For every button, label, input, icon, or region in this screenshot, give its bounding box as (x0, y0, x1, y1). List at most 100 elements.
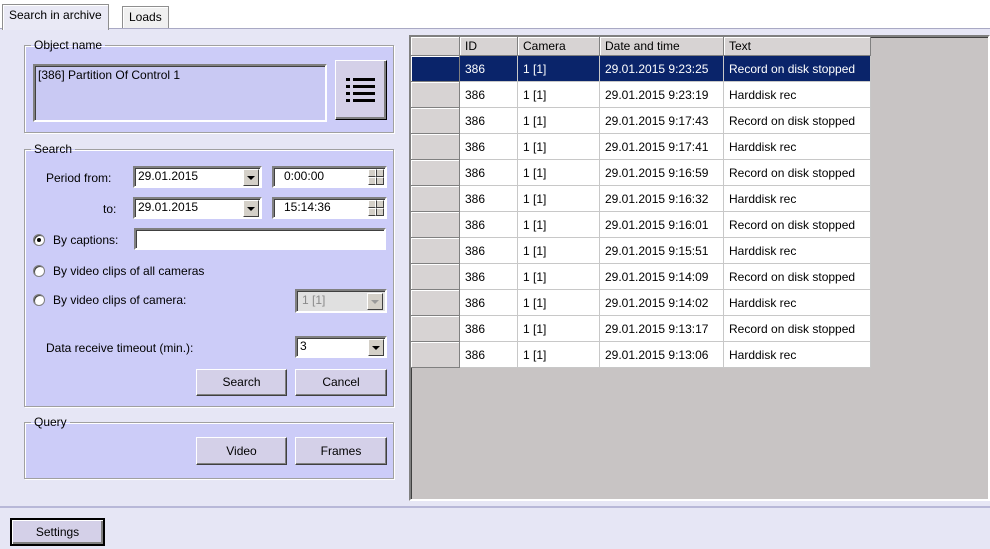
cell-camera[interactable]: 1 [1] (517, 107, 600, 134)
table-row[interactable]: 386 1 [1] 29.01.2015 9:15:51 Harddisk rec (411, 237, 871, 264)
from-time-field[interactable]: 0:00:00 (272, 166, 387, 188)
column-header-date-time[interactable]: Date and time (599, 37, 724, 56)
cell-text[interactable]: Harddisk rec (723, 237, 871, 264)
cell-id[interactable]: 386 (459, 185, 518, 212)
cell-camera[interactable]: 1 [1] (517, 185, 600, 212)
cell-camera[interactable]: 1 [1] (517, 159, 600, 186)
column-header-camera[interactable]: Camera (517, 37, 600, 56)
cell-camera[interactable]: 1 [1] (517, 81, 600, 108)
row-header[interactable] (411, 159, 460, 186)
table-row[interactable]: 386 1 [1] 29.01.2015 9:16:32 Harddisk rec (411, 185, 871, 212)
row-header[interactable] (411, 81, 460, 108)
table-row[interactable]: 386 1 [1] 29.01.2015 9:16:59 Record on disk… (411, 159, 871, 186)
table-row[interactable]: 386 1 [1] 29.01.2015 9:23:19 Harddisk rec (411, 81, 871, 108)
row-header[interactable] (411, 133, 460, 160)
cell-text[interactable]: Record on disk stopped (723, 55, 871, 82)
cell-id[interactable]: 386 (459, 315, 518, 342)
from-date-dropdown[interactable] (243, 169, 259, 186)
to-date-dropdown[interactable] (243, 200, 259, 217)
cell-date-time[interactable]: 29.01.2015 9:16:01 (599, 211, 724, 238)
cell-id[interactable]: 386 (459, 289, 518, 316)
cell-camera[interactable]: 1 [1] (517, 211, 600, 238)
cell-id[interactable]: 386 (459, 81, 518, 108)
cell-id[interactable]: 386 (459, 341, 518, 368)
table-row[interactable]: 386 1 [1] 29.01.2015 9:14:02 Harddisk rec (411, 289, 871, 316)
spin-up-icon[interactable] (368, 200, 384, 208)
cell-id[interactable]: 386 (459, 55, 518, 82)
table-row[interactable]: 386 1 [1] 29.01.2015 9:16:01 Record on disk… (411, 211, 871, 238)
from-time-spinner[interactable] (368, 169, 384, 186)
cell-camera[interactable]: 1 [1] (517, 133, 600, 160)
cell-camera[interactable]: 1 [1] (517, 237, 600, 264)
spin-down-icon[interactable] (368, 208, 384, 216)
table-row[interactable]: 386 1 [1] 29.01.2015 9:13:17 Record on disk… (411, 315, 871, 342)
row-header[interactable] (411, 263, 460, 290)
cell-date-time[interactable]: 29.01.2015 9:14:02 (599, 289, 724, 316)
cell-id[interactable]: 386 (459, 211, 518, 238)
by-camera-radio[interactable] (33, 294, 45, 306)
cell-camera[interactable]: 1 [1] (517, 341, 600, 368)
cell-text[interactable]: Record on disk stopped (723, 263, 871, 290)
cell-id[interactable]: 386 (459, 263, 518, 290)
row-header[interactable] (411, 185, 460, 212)
cell-text[interactable]: Harddisk rec (723, 289, 871, 316)
cell-id[interactable]: 386 (459, 133, 518, 160)
search-button[interactable]: Search (196, 369, 287, 396)
to-time-spinner[interactable] (368, 200, 384, 217)
row-header[interactable] (411, 107, 460, 134)
cell-camera[interactable]: 1 [1] (517, 315, 600, 342)
to-date-field[interactable]: 29.01.2015 (133, 197, 262, 219)
cell-date-time[interactable]: 29.01.2015 9:16:59 (599, 159, 724, 186)
settings-button[interactable]: Settings (10, 518, 105, 546)
row-header[interactable] (411, 315, 460, 342)
cell-text[interactable]: Harddisk rec (723, 81, 871, 108)
column-header-id[interactable]: ID (459, 37, 518, 56)
cell-text[interactable]: Harddisk rec (723, 133, 871, 160)
object-list-button[interactable] (335, 60, 387, 120)
to-time-field[interactable]: 15:14:36 (272, 197, 387, 219)
camera-select[interactable]: 1 [1] (295, 289, 387, 313)
from-date-field[interactable]: 29.01.2015 (133, 166, 262, 188)
row-header[interactable] (411, 237, 460, 264)
cell-id[interactable]: 386 (459, 237, 518, 264)
table-row[interactable]: 386 1 [1] 29.01.2015 9:17:41 Harddisk rec (411, 133, 871, 160)
table-row[interactable]: 386 1 [1] 29.01.2015 9:17:43 Record on disk… (411, 107, 871, 134)
cell-date-time[interactable]: 29.01.2015 9:17:41 (599, 133, 724, 160)
table-row[interactable]: 386 1 [1] 29.01.2015 9:13:06 Harddisk rec (411, 341, 871, 368)
row-header[interactable] (411, 211, 460, 238)
row-header[interactable] (411, 289, 460, 316)
cell-camera[interactable]: 1 [1] (517, 55, 600, 82)
video-button[interactable]: Video (196, 437, 287, 465)
cell-text[interactable]: Record on disk stopped (723, 315, 871, 342)
tab-search-in-archive[interactable]: Search in archive (2, 4, 109, 30)
frames-button[interactable]: Frames (295, 437, 387, 465)
object-list[interactable]: [386] Partition Of Control 1 (33, 64, 327, 122)
cancel-button[interactable]: Cancel (295, 369, 387, 396)
camera-select-dropdown[interactable] (367, 293, 383, 310)
by-all-cameras-radio[interactable] (33, 265, 45, 277)
cell-date-time[interactable]: 29.01.2015 9:13:17 (599, 315, 724, 342)
tab-loads[interactable]: Loads (122, 6, 169, 29)
cell-camera[interactable]: 1 [1] (517, 263, 600, 290)
cell-date-time[interactable]: 29.01.2015 9:15:51 (599, 237, 724, 264)
cell-camera[interactable]: 1 [1] (517, 289, 600, 316)
spin-up-icon[interactable] (368, 169, 384, 177)
cell-id[interactable]: 386 (459, 159, 518, 186)
cell-id[interactable]: 386 (459, 107, 518, 134)
captions-input[interactable] (134, 228, 386, 250)
row-header[interactable] (411, 341, 460, 368)
column-header-text[interactable]: Text (723, 37, 871, 56)
cell-text[interactable]: Record on disk stopped (723, 107, 871, 134)
timeout-select-dropdown[interactable] (368, 339, 384, 356)
object-list-item[interactable]: [386] Partition Of Control 1 (38, 68, 180, 82)
cell-text[interactable]: Record on disk stopped (723, 211, 871, 238)
cell-date-time[interactable]: 29.01.2015 9:16:32 (599, 185, 724, 212)
table-row[interactable]: 386 1 [1] 29.01.2015 9:14:09 Record on disk… (411, 263, 871, 290)
cell-date-time[interactable]: 29.01.2015 9:23:25 (599, 55, 724, 82)
cell-text[interactable]: Record on disk stopped (723, 159, 871, 186)
cell-text[interactable]: Harddisk rec (723, 185, 871, 212)
timeout-select[interactable]: 3 (295, 336, 387, 358)
row-header[interactable] (411, 55, 460, 82)
cell-date-time[interactable]: 29.01.2015 9:14:09 (599, 263, 724, 290)
table-row[interactable]: 386 1 [1] 29.01.2015 9:23:25 Record on disk… (411, 55, 871, 82)
